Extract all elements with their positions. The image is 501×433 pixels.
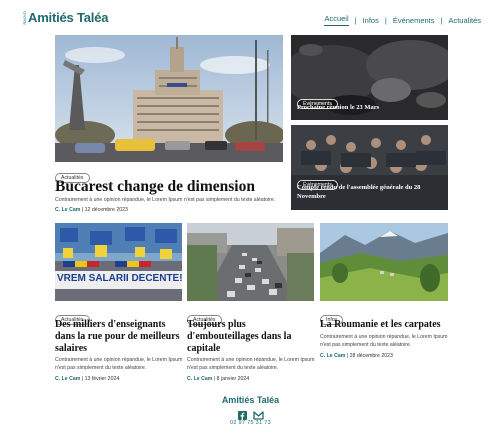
nav-item-infos[interactable]: Infos	[363, 16, 379, 25]
logo-prefix: RADIO	[22, 10, 27, 25]
author-name[interactable]: C. Le Cam	[187, 376, 212, 382]
nav-item-actualites[interactable]: Actualités	[448, 16, 481, 25]
author-name[interactable]: C. Le Cam	[55, 207, 80, 213]
card-3-excerpt: Contrairement à une opinion répandue, le…	[320, 334, 448, 348]
card-3-title[interactable]: La Roumanie et les carpates	[320, 319, 448, 331]
card-2-title[interactable]: Toujours plus d'embouteillages dans la c…	[187, 319, 315, 355]
card-2-excerpt: Contrairement à une opinion répandue, le…	[187, 357, 315, 371]
card-2-image[interactable]	[187, 223, 314, 301]
post-date: | 13 février 2024	[81, 376, 120, 382]
side-top-title[interactable]: Prochaine réunion le 23 Mars	[297, 104, 442, 113]
footer-logo[interactable]: Amitiés Taléa	[0, 395, 501, 405]
card-1-excerpt: Contrairement à une opinion répandue, le…	[55, 357, 183, 371]
card-1-title[interactable]: Des milliers d'enseignants dans la rue p…	[55, 319, 183, 355]
footer-phone[interactable]: 02 97 75 31 73	[0, 420, 501, 426]
post-date: | 8 janvier 2024	[213, 376, 250, 382]
author-name[interactable]: C. Le Cam	[320, 353, 345, 359]
side-bottom-title[interactable]: Compte rendu de l'assemblée générale du …	[297, 184, 445, 202]
site-header: RADIO Amitiés Taléa Accueil | Infos | Év…	[0, 0, 501, 34]
main-nav: Accueil | Infos | Événements | Actualité…	[324, 14, 481, 26]
nav-item-evenements[interactable]: Événements	[393, 16, 435, 25]
author-name[interactable]: C. Le Cam	[55, 376, 80, 382]
card-3-image[interactable]	[320, 223, 448, 301]
nav-separator: |	[384, 15, 387, 25]
nav-item-accueil[interactable]: Accueil	[324, 14, 349, 26]
post-date: | 12 décembre 2023	[81, 207, 128, 213]
logo-text: Amitiés Taléa	[28, 10, 109, 25]
hero-image[interactable]	[55, 35, 283, 162]
card-3-meta: C. Le Cam | 28 décembre 2023	[320, 353, 393, 359]
protest-banner-text: VREM SALARII DECENTE!	[57, 273, 182, 284]
hero-title[interactable]: Bucarest change de dimension	[55, 178, 283, 195]
post-date: | 28 décembre 2023	[346, 353, 393, 359]
card-1-meta: C. Le Cam | 13 février 2024	[55, 376, 119, 382]
side-top-card[interactable]: Événements Prochaine réunion le 23 Mars	[291, 35, 448, 120]
side-bottom-card[interactable]: Événements Compte rendu de l'assemblée g…	[291, 125, 448, 210]
nav-separator: |	[440, 15, 443, 25]
card-2-meta: C. Le Cam | 8 janvier 2024	[187, 376, 249, 382]
site-logo[interactable]: RADIO Amitiés Taléa	[22, 10, 108, 25]
hero-excerpt: Contrairement à une opinion répandue, le…	[55, 197, 276, 203]
nav-separator: |	[354, 15, 357, 25]
card-1-image[interactable]: VREM SALARII DECENTE!	[55, 223, 182, 301]
hero-meta: C. Le Cam | 12 décembre 2023	[55, 207, 128, 213]
